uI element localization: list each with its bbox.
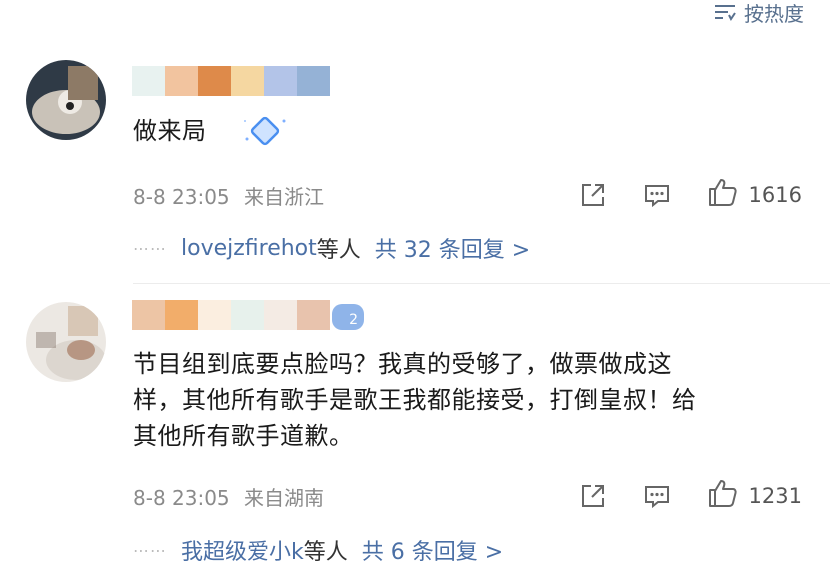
reply-users[interactable]: 我超级爱小k (181, 534, 304, 566)
username-mosaic[interactable] (132, 300, 330, 330)
location: 来自湖南 (244, 486, 325, 510)
share-icon[interactable] (579, 181, 607, 209)
mosaic-block (132, 66, 165, 96)
mosaic-block (297, 66, 330, 96)
timestamp: 8-8 23:05 (133, 486, 230, 510)
level-badge: 2 (332, 304, 364, 330)
share-icon[interactable] (579, 482, 607, 510)
timestamp: 8-8 23:05 (133, 185, 230, 209)
like-button[interactable]: 1231 (707, 477, 802, 514)
like-count: 1616 (748, 182, 802, 207)
avatar[interactable] (26, 60, 106, 140)
comment-text: 节目组到底要点脸吗？我真的受够了，做票做成这 样，其他所有歌手是歌王我都能接受，… (133, 350, 697, 450)
username-mosaic[interactable] (132, 66, 330, 96)
mosaic-block (198, 300, 231, 330)
reply-summary[interactable]: ⋯⋯ 我超级爱小k 等人 共 6 条回复 > (133, 534, 503, 566)
mosaic-block (231, 300, 264, 330)
mosaic-block (198, 66, 231, 96)
comment-actions: 1231 (579, 477, 802, 514)
thumbs-up-icon (707, 477, 739, 514)
thumbs-up-icon (707, 176, 739, 213)
comment-meta: 8-8 23:05 来自浙江 (133, 181, 324, 210)
mosaic-block (264, 300, 297, 330)
edge-fade (610, 554, 830, 580)
reply-summary[interactable]: ⋯⋯ lovejzfirehot 等人 共 32 条回复 > (133, 232, 530, 264)
mosaic-block (165, 300, 198, 330)
comment-actions: 1616 (579, 176, 802, 213)
mosaic-block (231, 66, 264, 96)
comment-item: 2 节目组到底要点脸吗？我真的受够了，做票做成这 样，其他所有歌手是歌王我都能接… (0, 284, 830, 580)
reply-count-link[interactable]: 共 6 条回复 > (362, 534, 503, 566)
diamond-sticker-icon (239, 113, 287, 159)
mosaic-block (297, 300, 330, 330)
avatar[interactable] (26, 302, 106, 382)
comment-text: 做来局 (133, 105, 287, 159)
location: 来自浙江 (244, 185, 325, 209)
comment-meta: 8-8 23:05 来自湖南 (133, 482, 324, 511)
comment-icon[interactable] (643, 181, 671, 209)
comment-item: 做来局 8-8 23:05 来自浙江 1616 ⋯⋯ lovejzfirehot… (0, 0, 830, 280)
reply-count-link[interactable]: 共 32 条回复 > (375, 232, 530, 264)
like-button[interactable]: 1616 (707, 176, 802, 213)
comment-icon[interactable] (643, 482, 671, 510)
mosaic-block (132, 300, 165, 330)
mosaic-block (165, 66, 198, 96)
like-count: 1231 (748, 483, 802, 508)
reply-users[interactable]: lovejzfirehot (181, 236, 317, 261)
mosaic-block (264, 66, 297, 96)
